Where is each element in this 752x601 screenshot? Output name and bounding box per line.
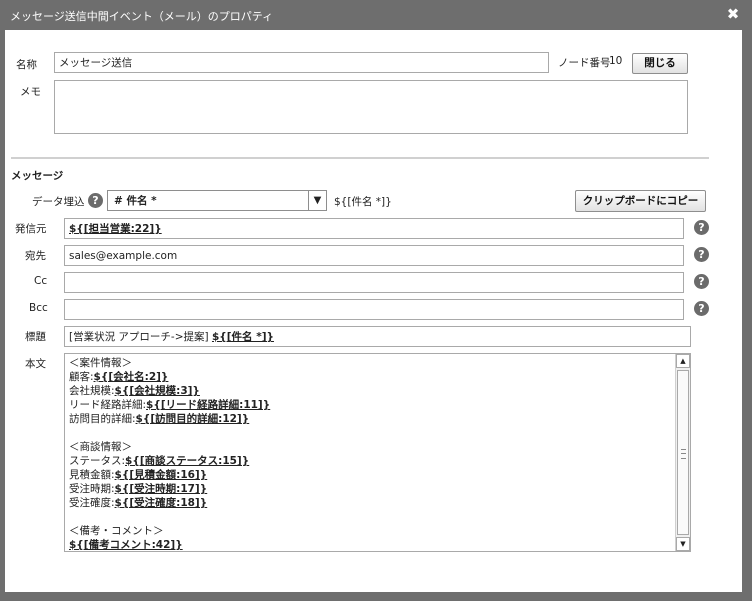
bcc-label: Bcc — [29, 302, 48, 314]
name-label: 名称 — [16, 59, 37, 71]
body-line — [69, 426, 270, 440]
data-embed-label: データ埋込 — [32, 196, 85, 208]
scroll-up-icon[interactable]: ▲ — [676, 354, 690, 368]
subject-prefix: [営業状況 アプローチ->提案] — [69, 331, 209, 343]
body-line-text: ＜備考・コメント＞ — [69, 525, 164, 537]
grip-icon — [681, 449, 686, 459]
body-line-token: ${[会社名:2]} — [93, 371, 169, 383]
to-input[interactable]: sales@example.com — [64, 245, 684, 266]
body-line-token: ${[商談ステータス:15]} — [125, 455, 250, 467]
body-scrollbar[interactable]: ▲ ▼ — [675, 354, 690, 551]
to-label: 宛先 — [25, 250, 46, 262]
section-divider — [11, 157, 709, 159]
properties-dialog: メッセージ送信中間イベント（メール）のプロパティ ✖ 名称 メッセージ送信 ノー… — [0, 0, 752, 601]
data-embed-select[interactable]: # 件名 * ▼ — [107, 190, 327, 211]
copy-to-clipboard-button[interactable]: クリップボードにコピー — [575, 190, 706, 212]
title-bar: メッセージ送信中間イベント（メール）のプロパティ ✖ — [0, 0, 752, 30]
sender-label: 発信元 — [15, 223, 47, 235]
body-line-text: 受注確度: — [69, 497, 115, 509]
close-icon[interactable]: ✖ — [725, 5, 741, 23]
body-line-token: ${[受注確度:18]} — [114, 497, 208, 509]
data-embed-help-icon[interactable]: ? — [88, 193, 103, 208]
body-line-token: ${[見積金額:16]} — [114, 469, 208, 481]
dialog-title: メッセージ送信中間イベント（メール）のプロパティ — [10, 10, 274, 23]
body-line-text: 見積金額: — [69, 469, 115, 481]
body-line-token: ${[受注時期:17]} — [114, 483, 208, 495]
cc-input[interactable] — [64, 272, 684, 293]
body-line-token: ${[訪問目的詳細:12]} — [135, 413, 250, 425]
chevron-down-icon[interactable]: ▼ — [308, 191, 326, 210]
node-number-label: ノード番号 — [558, 57, 611, 69]
body-line-text: 受注時期: — [69, 483, 115, 495]
message-section-title: メッセージ — [11, 170, 64, 182]
body-line-text: 会社規模: — [69, 385, 115, 397]
memo-textarea[interactable] — [54, 80, 688, 134]
body-line: ${[備考コメント:42]} — [69, 538, 270, 551]
body-textarea[interactable]: ＜案件情報＞ 顧客:${[会社名:2]} 会社規模:${[会社規模:3]} リード経路… — [64, 353, 691, 552]
scroll-down-icon[interactable]: ▼ — [676, 537, 690, 551]
body-line: ＜商談情報＞ — [69, 440, 270, 454]
body-line-token: ${[会社規模:3]} — [114, 385, 200, 397]
body-line-text: ＜商談情報＞ — [69, 441, 132, 453]
data-token-preview: ${[件名 *]} — [334, 196, 392, 208]
sender-token: ${[担当営業:22]} — [69, 223, 162, 235]
body-line: 会社規模:${[会社規模:3]} — [69, 384, 270, 398]
name-input[interactable]: メッセージ送信 — [54, 52, 549, 73]
body-line: ＜案件情報＞ — [69, 356, 270, 370]
body-line: 見積金額:${[見積金額:16]} — [69, 468, 270, 482]
body-line: 受注時期:${[受注時期:17]} — [69, 482, 270, 496]
body-line: リード経路詳細:${[リード経路詳細:11]} — [69, 398, 270, 412]
body-line — [69, 510, 270, 524]
body-line-text: 顧客: — [69, 371, 94, 383]
bcc-help-icon[interactable]: ? — [694, 301, 709, 316]
body-line-text: 訪問目的詳細: — [69, 413, 136, 425]
body-line-text: ＜案件情報＞ — [69, 357, 132, 369]
body-line: ステータス:${[商談ステータス:15]} — [69, 454, 270, 468]
cc-label: Cc — [34, 275, 48, 287]
body-line: 顧客:${[会社名:2]} — [69, 370, 270, 384]
body-line-token: ${[リード経路詳細:11]} — [146, 399, 271, 411]
subject-token: ${[件名 *]} — [211, 331, 274, 343]
body-line: 訪問目的詳細:${[訪問目的詳細:12]} — [69, 412, 270, 426]
body-content: ＜案件情報＞ 顧客:${[会社名:2]} 会社規模:${[会社規模:3]} リード経路… — [69, 356, 270, 551]
memo-label: メモ — [20, 86, 41, 98]
sender-input[interactable]: ${[担当営業:22]} — [64, 218, 684, 239]
body-line-text: リード経路詳細: — [69, 399, 147, 411]
body-line-token: ${[備考コメント:42]} — [69, 539, 183, 551]
data-embed-selected-value: # 件名 * — [114, 195, 157, 207]
subject-label: 標題 — [25, 331, 46, 343]
body-line: 受注確度:${[受注確度:18]} — [69, 496, 270, 510]
sender-help-icon[interactable]: ? — [694, 220, 709, 235]
body-label: 本文 — [25, 358, 46, 370]
subject-input[interactable]: [営業状況 アプローチ->提案] ${[件名 *]} — [64, 326, 691, 347]
dialog-body: 名称 メッセージ送信 ノード番号 10 閉じる メモ メッセージ データ埋込 ?… — [5, 30, 742, 592]
cc-help-icon[interactable]: ? — [694, 274, 709, 289]
to-help-icon[interactable]: ? — [694, 247, 709, 262]
scrollbar-thumb[interactable] — [677, 370, 689, 535]
body-line: ＜備考・コメント＞ — [69, 524, 270, 538]
body-line-text: ステータス: — [69, 455, 126, 467]
bcc-input[interactable] — [64, 299, 684, 320]
node-number-value: 10 — [609, 55, 623, 67]
close-button[interactable]: 閉じる — [632, 53, 688, 74]
